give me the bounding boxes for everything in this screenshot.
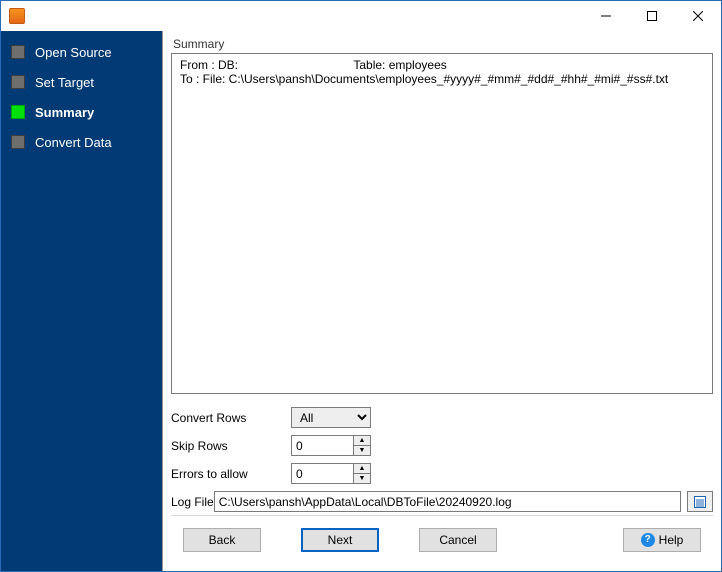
step-box-icon bbox=[11, 135, 25, 149]
wizard-footer: Back Next Cancel ? Help bbox=[171, 515, 713, 563]
skip-rows-input[interactable] bbox=[291, 435, 353, 456]
app-icon bbox=[9, 8, 25, 24]
convert-rows-select[interactable]: All bbox=[291, 407, 371, 428]
skip-rows-label: Skip Rows bbox=[171, 439, 291, 453]
sidebar-item-summary[interactable]: Summary bbox=[1, 97, 162, 127]
errors-allow-label: Errors to allow bbox=[171, 467, 291, 481]
skip-rows-up-button[interactable]: ▲ bbox=[353, 435, 371, 445]
sidebar-item-set-target[interactable]: Set Target bbox=[1, 67, 162, 97]
options-form: Convert Rows All Skip Rows ▲ ▼ bbox=[171, 404, 713, 515]
errors-down-button[interactable]: ▼ bbox=[353, 473, 371, 484]
sidebar-item-convert-data[interactable]: Convert Data bbox=[1, 127, 162, 157]
summary-from-label: From : DB: bbox=[180, 58, 238, 72]
step-box-icon bbox=[11, 45, 25, 59]
maximize-button[interactable] bbox=[629, 1, 675, 31]
sidebar-item-label: Open Source bbox=[35, 45, 112, 60]
summary-to-line: To : File: C:\Users\pansh\Documents\empl… bbox=[180, 72, 704, 86]
summary-text-box: From : DB: Table: employees To : File: C… bbox=[171, 53, 713, 394]
summary-from-table: Table: employees bbox=[353, 58, 446, 72]
main-panel: Summary From : DB: Table: employees To :… bbox=[163, 31, 721, 571]
titlebar bbox=[1, 1, 721, 31]
sidebar-item-open-source[interactable]: Open Source bbox=[1, 37, 162, 67]
wizard-sidebar: Open Source Set Target Summary Convert D… bbox=[1, 31, 163, 571]
sidebar-item-label: Set Target bbox=[35, 75, 94, 90]
next-button[interactable]: Next bbox=[301, 528, 379, 552]
help-icon: ? bbox=[641, 533, 655, 547]
errors-up-button[interactable]: ▲ bbox=[353, 463, 371, 473]
app-window: Open Source Set Target Summary Convert D… bbox=[0, 0, 722, 572]
log-file-input[interactable] bbox=[214, 491, 681, 512]
log-file-label: Log File bbox=[171, 495, 214, 509]
sidebar-item-label: Convert Data bbox=[35, 135, 112, 150]
help-button[interactable]: ? Help bbox=[623, 528, 701, 552]
back-button[interactable]: Back bbox=[183, 528, 261, 552]
minimize-button[interactable] bbox=[583, 1, 629, 31]
skip-rows-down-button[interactable]: ▼ bbox=[353, 445, 371, 456]
help-button-label: Help bbox=[659, 533, 684, 547]
log-file-browse-button[interactable] bbox=[687, 491, 713, 512]
sidebar-item-label: Summary bbox=[35, 105, 94, 120]
step-box-icon bbox=[11, 75, 25, 89]
close-button[interactable] bbox=[675, 1, 721, 31]
errors-allow-input[interactable] bbox=[291, 463, 353, 484]
step-box-icon bbox=[11, 105, 25, 119]
cancel-button[interactable]: Cancel bbox=[419, 528, 497, 552]
section-title: Summary bbox=[173, 37, 713, 51]
convert-rows-label: Convert Rows bbox=[171, 411, 291, 425]
browse-icon bbox=[693, 495, 707, 509]
